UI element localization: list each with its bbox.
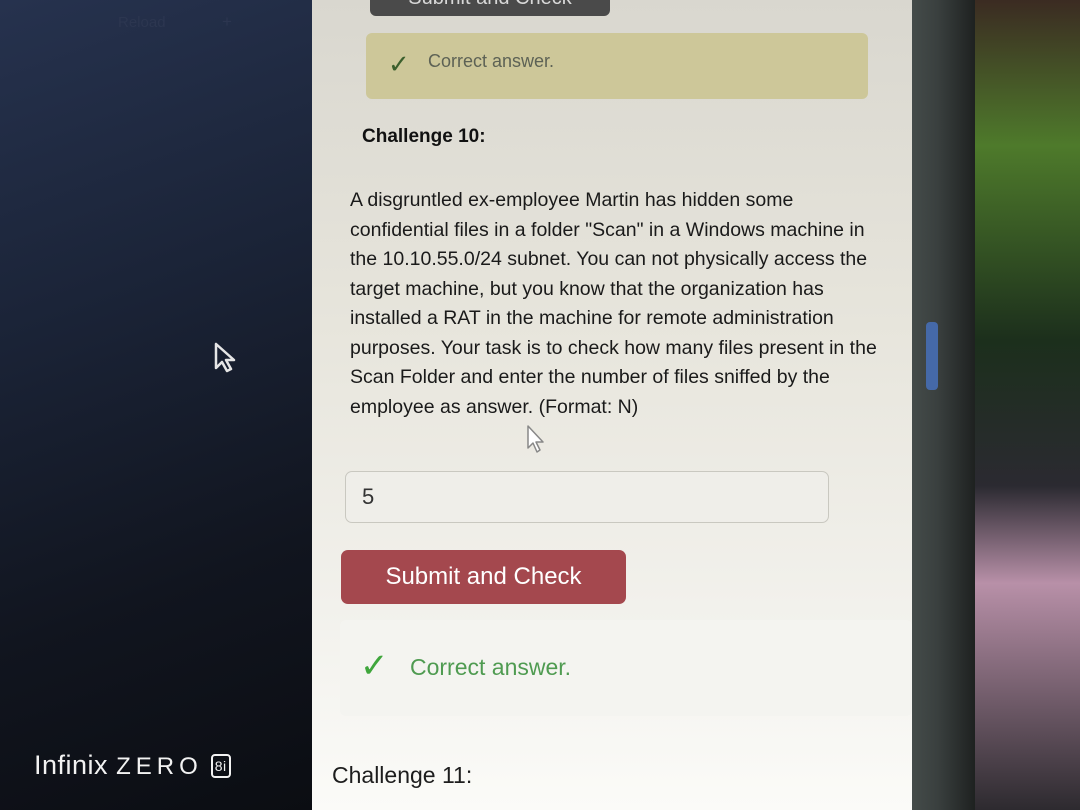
scrollbar-thumb[interactable]	[926, 322, 938, 390]
challenge-question: A disgruntled ex-employee Martin has hid…	[350, 189, 877, 418]
check-icon: ✓	[388, 49, 410, 79]
watermark-badge: 8i	[210, 754, 231, 778]
correct-answer-alert: ✓ Correct answer.	[340, 620, 912, 716]
check-icon: ✓	[360, 647, 389, 685]
previous-correct-alert: ✓ Correct answer.	[366, 33, 868, 99]
mouse-cursor-icon	[214, 342, 236, 373]
alert-message: Correct answer.	[410, 654, 572, 680]
watermark-model: ZERO	[116, 753, 203, 780]
next-challenge-title: Challenge 11:	[332, 762, 473, 788]
alert-message: Correct answer.	[428, 51, 555, 71]
previous-submit-button[interactable]: Submit and Check	[370, 0, 610, 16]
challenge-page: Submit and Check ✓ Correct answer. Chall…	[312, 0, 912, 810]
background-right	[960, 0, 1080, 810]
reload-tab[interactable]: Reload	[118, 14, 166, 31]
background-screen: Reload + Infinix ZERO 8i	[0, 0, 320, 810]
text-cursor-icon	[527, 425, 544, 453]
phone-watermark: Infinix ZERO 8i	[34, 750, 231, 781]
answer-input[interactable]	[345, 471, 829, 523]
submit-and-check-button[interactable]: Submit and Check	[341, 550, 626, 604]
challenge-title: Challenge 10:	[362, 126, 486, 147]
new-tab-icon[interactable]: +	[222, 12, 232, 32]
watermark-brand: Infinix	[34, 750, 109, 780]
